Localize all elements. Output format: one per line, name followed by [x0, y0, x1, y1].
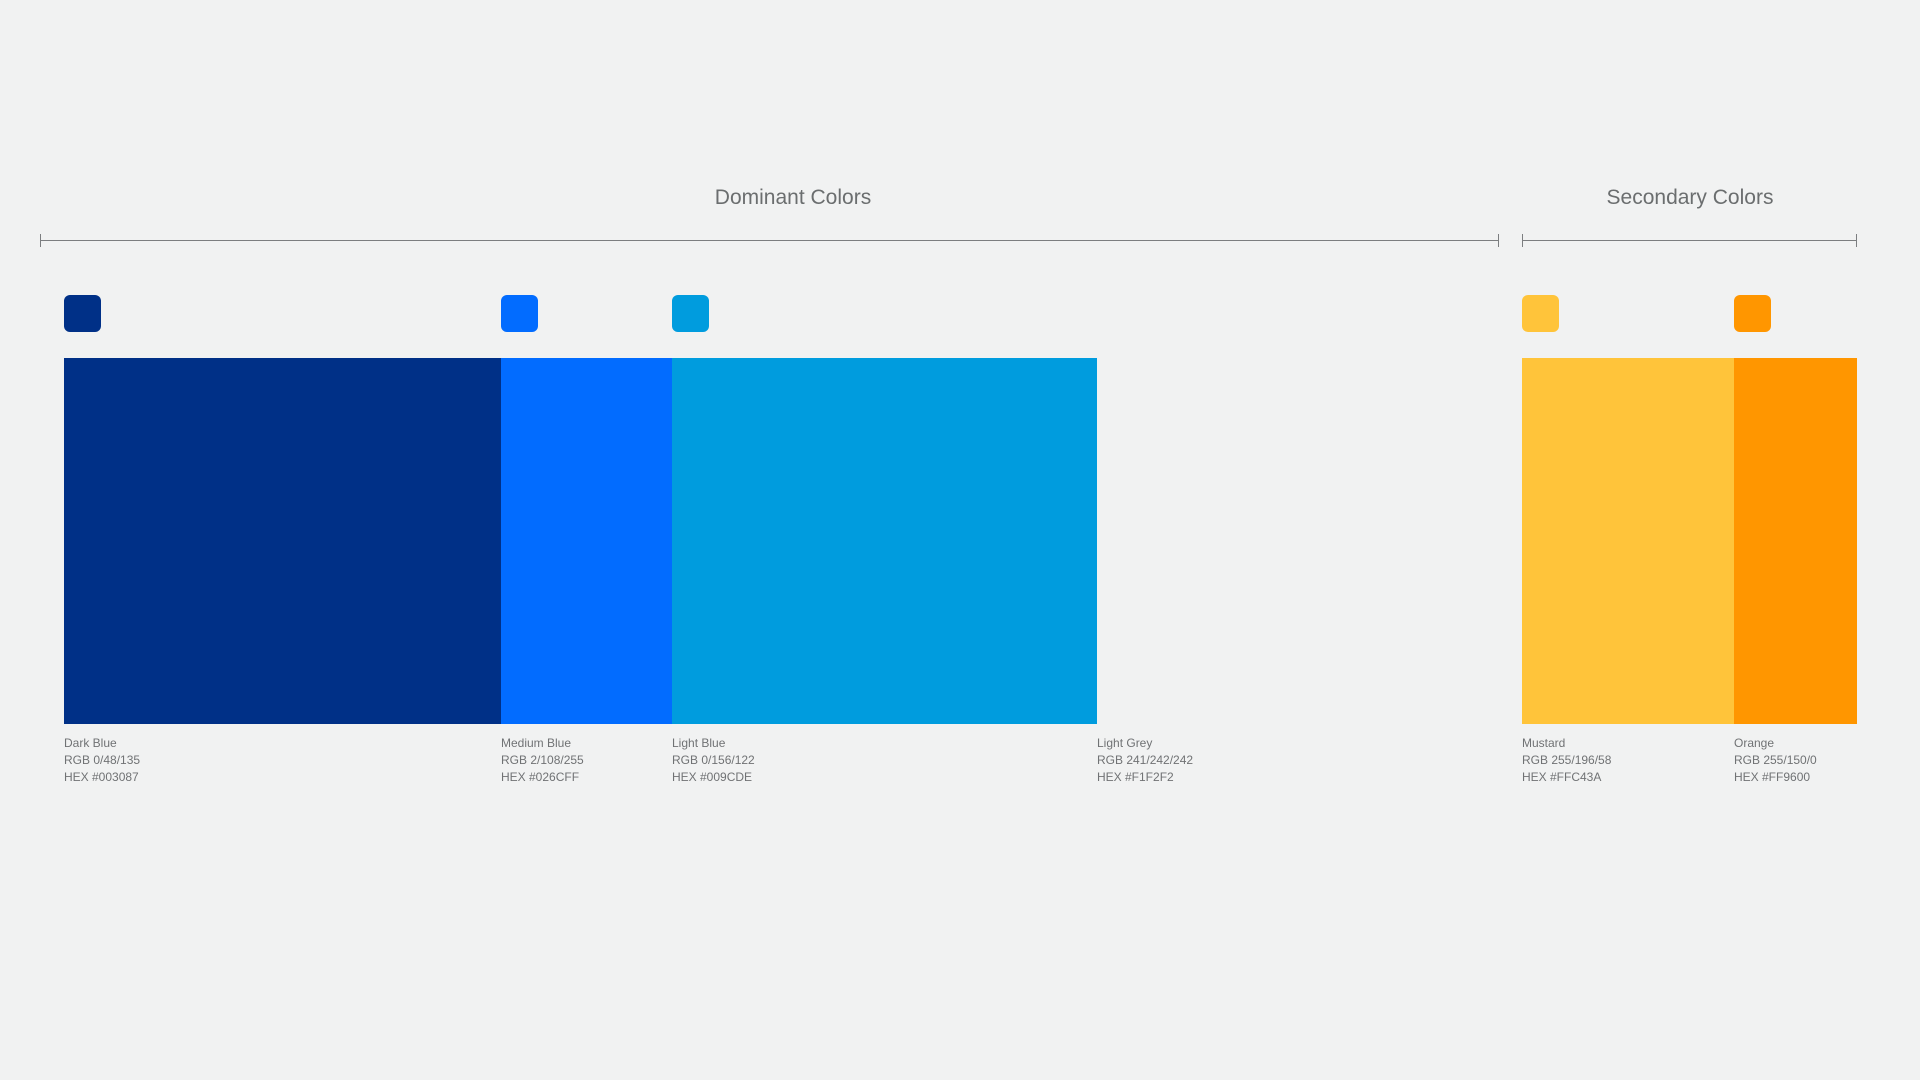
medium-blue-chip	[501, 295, 538, 332]
medium-blue-caption: Medium Blue RGB 2/108/255 HEX #026CFF	[501, 735, 584, 786]
secondary-colors-bracket	[1522, 234, 1857, 247]
light-blue-chip	[672, 295, 709, 332]
swatch-hex: HEX #026CFF	[501, 770, 580, 784]
dark-blue-chip	[64, 295, 101, 332]
swatch-rgb: RGB 0/156/122	[672, 753, 755, 767]
dominant-colors-title: Dominant Colors	[714, 186, 872, 209]
light-grey-swatch	[1097, 358, 1522, 724]
swatch-hex: HEX #009CDE	[672, 770, 753, 784]
orange-caption: Orange RGB 255/150/0 HEX #FF9600	[1734, 735, 1817, 786]
light-grey-caption: Light Grey RGB 241/242/242 HEX #F1F2F2	[1097, 735, 1193, 786]
dark-blue-swatch	[64, 358, 501, 724]
swatch-hex: HEX #FFC43A	[1522, 770, 1602, 784]
dominant-colors-bracket	[40, 234, 1499, 247]
mustard-caption: Mustard RGB 255/196/58 HEX #FFC43A	[1522, 735, 1611, 786]
swatch-name: Medium Blue	[501, 736, 572, 750]
dark-blue-caption: Dark Blue RGB 0/48/135 HEX #003087	[64, 735, 140, 786]
swatch-name: Mustard	[1522, 736, 1566, 750]
light-blue-swatch	[672, 358, 1097, 724]
swatch-name: Orange	[1734, 736, 1775, 750]
swatch-name: Light Blue	[672, 736, 726, 750]
swatch-name: Light Grey	[1097, 736, 1153, 750]
swatch-rgb: RGB 241/242/242	[1097, 753, 1194, 767]
swatch-rgb: RGB 255/150/0	[1734, 753, 1817, 767]
swatch-hex: HEX #F1F2F2	[1097, 770, 1174, 784]
swatch-rgb: RGB 255/196/58	[1522, 753, 1612, 767]
swatch-rgb: RGB 0/48/135	[64, 753, 141, 767]
swatch-hex: HEX #FF9600	[1734, 770, 1811, 784]
swatch-name: Dark Blue	[64, 736, 117, 750]
medium-blue-swatch	[501, 358, 672, 724]
secondary-colors-title: Secondary Colors	[1606, 186, 1774, 209]
swatch-hex: HEX #003087	[64, 770, 139, 784]
light-blue-caption: Light Blue RGB 0/156/122 HEX #009CDE	[672, 735, 755, 786]
mustard-chip	[1522, 295, 1559, 332]
color-palette-page: Dominant Colors Secondary Colors Dark Bl…	[0, 0, 1920, 1080]
mustard-swatch	[1522, 358, 1734, 724]
swatch-rgb: RGB 2/108/255	[501, 753, 584, 767]
orange-chip	[1734, 295, 1771, 332]
orange-swatch	[1734, 358, 1857, 724]
